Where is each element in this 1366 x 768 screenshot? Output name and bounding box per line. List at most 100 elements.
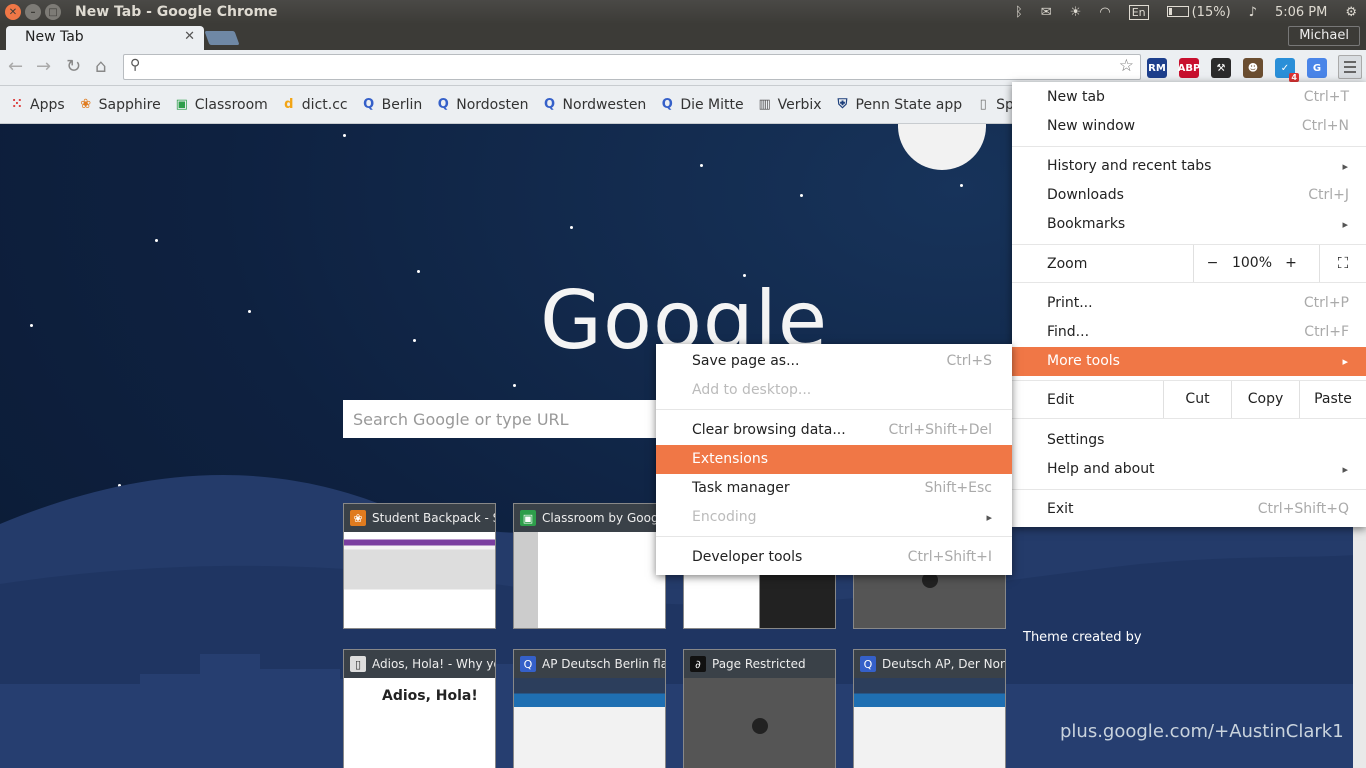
menu-item-clear-browsing-data[interactable]: Clear browsing data... Ctrl+Shift+Del: [656, 416, 1012, 445]
chevron-right-icon: ▸: [1342, 160, 1348, 173]
volume-icon[interactable]: ♪: [1240, 5, 1266, 20]
menu-item-task-manager[interactable]: Task manager Shift+Esc: [656, 474, 1012, 503]
messaging-icon[interactable]: ✉: [1032, 5, 1061, 20]
bookmark-nordwesten[interactable]: Q Nordwesten: [542, 97, 646, 113]
home-icon[interactable]: ⌂: [95, 56, 106, 77]
star-dot: [413, 339, 416, 342]
settings-gear-icon[interactable]: ⚙: [1336, 5, 1366, 20]
page-icon: ▯: [979, 97, 987, 112]
bookmark-nordosten[interactable]: Q Nordosten: [435, 96, 529, 113]
tile-header: Q Deutsch AP, Der Nord: [854, 650, 1005, 678]
checklist-extension-icon[interactable]: ✓ 4: [1275, 58, 1299, 82]
menu-item-find[interactable]: Find... Ctrl+F: [1012, 318, 1366, 347]
battery-indicator[interactable]: (15%): [1158, 5, 1240, 20]
profile-button[interactable]: Michael: [1288, 26, 1360, 46]
menu-item-history[interactable]: History and recent tabs ▸: [1012, 152, 1366, 181]
most-visited-tile[interactable]: ▯ Adios, Hola! - Why yo Adios, Hola!: [343, 649, 496, 768]
menu-item-help[interactable]: Help and about ▸: [1012, 455, 1366, 484]
plus-credit-link[interactable]: plus.google.com/+AustinClark1: [1060, 721, 1344, 742]
star-dot: [417, 270, 420, 273]
adblock-plus-icon[interactable]: ABP: [1178, 58, 1200, 78]
wifi-icon[interactable]: ◠: [1090, 5, 1119, 20]
classroom-icon: ▣: [175, 97, 188, 112]
theme-credit: Theme created by: [1023, 630, 1142, 645]
new-tab-button[interactable]: [204, 31, 240, 45]
tab-close-icon[interactable]: ✕: [184, 29, 195, 44]
menu-item-more-tools[interactable]: More tools ▸: [1012, 347, 1366, 376]
tile-header: ∂ Page Restricted: [684, 650, 835, 678]
zoom-out-button[interactable]: −: [1193, 245, 1231, 282]
zoom-in-button[interactable]: +: [1273, 245, 1309, 282]
fullscreen-icon[interactable]: ⛶: [1319, 245, 1366, 282]
tab-title: New Tab: [25, 29, 84, 45]
brightness-icon[interactable]: ☀: [1061, 5, 1091, 20]
tab-new-tab[interactable]: New Tab ✕: [6, 26, 204, 50]
menu-item-downloads[interactable]: Downloads Ctrl+J: [1012, 181, 1366, 210]
bookmark-label: Nordosten: [456, 96, 529, 113]
most-visited-tile[interactable]: ▣ Classroom by Googl: [513, 503, 666, 629]
chevron-right-icon: ▸: [1342, 463, 1348, 476]
bookmark-label: Verbix: [777, 96, 822, 113]
tile-header: ❀ Student Backpack - S: [344, 504, 495, 532]
menu-item-new-tab[interactable]: New tab Ctrl+T: [1012, 83, 1366, 112]
chevron-right-icon: ▸: [1342, 355, 1348, 368]
clock[interactable]: 5:06 PM: [1266, 5, 1336, 20]
tile-title: Adios, Hola! - Why yo: [372, 657, 495, 671]
quizlet-icon: Q: [437, 97, 449, 112]
reload-icon[interactable]: ↻: [66, 56, 81, 77]
penn-state-icon: ⛨: [837, 97, 848, 112]
window-close-button[interactable]: ✕: [5, 4, 21, 20]
bluetooth-icon[interactable]: ᛒ: [1006, 5, 1032, 20]
menu-item-save-page[interactable]: Save page as... Ctrl+S: [656, 347, 1012, 376]
keyboard-icon[interactable]: En: [1120, 4, 1158, 20]
omnibox-input[interactable]: [148, 57, 1108, 77]
bookmark-dict-cc[interactable]: d dict.cc: [281, 97, 347, 113]
bookmark-sapphire[interactable]: ❀ Sapphire: [78, 97, 161, 113]
tile-header: Q AP Deutsch Berlin fla: [514, 650, 665, 678]
chrome-menu-button[interactable]: [1338, 55, 1362, 79]
bookmark-star-icon[interactable]: ☆: [1119, 56, 1134, 76]
menu-item-settings[interactable]: Settings: [1012, 426, 1366, 455]
menu-item-developer-tools[interactable]: Developer tools Ctrl+Shift+I: [656, 543, 1012, 572]
page-scrollbar[interactable]: [1353, 527, 1366, 768]
cut-button[interactable]: Cut: [1163, 381, 1231, 418]
bookmark-berlin[interactable]: Q Berlin: [361, 97, 422, 113]
translate-extension-icon[interactable]: G: [1307, 58, 1327, 78]
most-visited-tile[interactable]: ❀ Student Backpack - S: [343, 503, 496, 629]
avatar-extension-icon[interactable]: ☻: [1243, 58, 1263, 78]
bookmark-die-mitte[interactable]: Q Die Mitte: [659, 97, 744, 113]
quizlet-icon: Q: [661, 97, 673, 112]
tile-thumbnail: [514, 532, 665, 628]
bookmark-verbix[interactable]: ▥ Verbix: [757, 96, 822, 113]
tile-header: ▯ Adios, Hola! - Why yo: [344, 650, 495, 678]
wrench-extension-icon[interactable]: ⚒: [1211, 58, 1231, 78]
menu-item-bookmarks[interactable]: Bookmarks ▸: [1012, 210, 1366, 239]
back-arrow-icon[interactable]: ←: [8, 56, 23, 77]
window-minimize-button[interactable]: –: [25, 4, 41, 20]
menu-item-exit[interactable]: Exit Ctrl+Shift+Q: [1012, 495, 1366, 524]
forward-arrow-icon[interactable]: →: [36, 56, 51, 77]
paste-button[interactable]: Paste: [1299, 381, 1366, 418]
search-icon: ⚲: [130, 57, 141, 73]
menu-item-new-window[interactable]: New window Ctrl+N: [1012, 112, 1366, 141]
most-visited-tile[interactable]: Q Deutsch AP, Der Nord: [853, 649, 1006, 768]
window-controls: ✕ – □: [5, 4, 61, 20]
bookmark-apps[interactable]: ⁙ Apps: [9, 97, 65, 113]
bookmark-penn-state-app[interactable]: ⛨ Penn State app: [835, 97, 963, 113]
tile-title: AP Deutsch Berlin fla: [542, 657, 665, 671]
tab-strip: New Tab ✕ Michael: [0, 24, 1366, 50]
copy-button[interactable]: Copy: [1231, 381, 1299, 418]
tile-thumbnail: [854, 678, 1005, 768]
most-visited-tile[interactable]: Q AP Deutsch Berlin fla: [513, 649, 666, 768]
omnibox[interactable]: ⚲ ☆: [123, 54, 1141, 80]
ntp-search-box[interactable]: Search Google or type URL: [343, 400, 673, 438]
most-visited-tile[interactable]: ∂ Page Restricted: [683, 649, 836, 768]
bookmark-label: Apps: [30, 96, 65, 113]
menu-item-extensions[interactable]: Extensions: [656, 445, 1012, 474]
rm-extension-icon[interactable]: RM: [1147, 58, 1167, 78]
chevron-right-icon: ▸: [986, 511, 992, 524]
bookmark-classroom[interactable]: ▣ Classroom: [174, 97, 268, 113]
window-maximize-button[interactable]: □: [45, 4, 61, 20]
menu-item-print[interactable]: Print... Ctrl+P: [1012, 289, 1366, 318]
tile-thumbnail: [684, 678, 835, 768]
